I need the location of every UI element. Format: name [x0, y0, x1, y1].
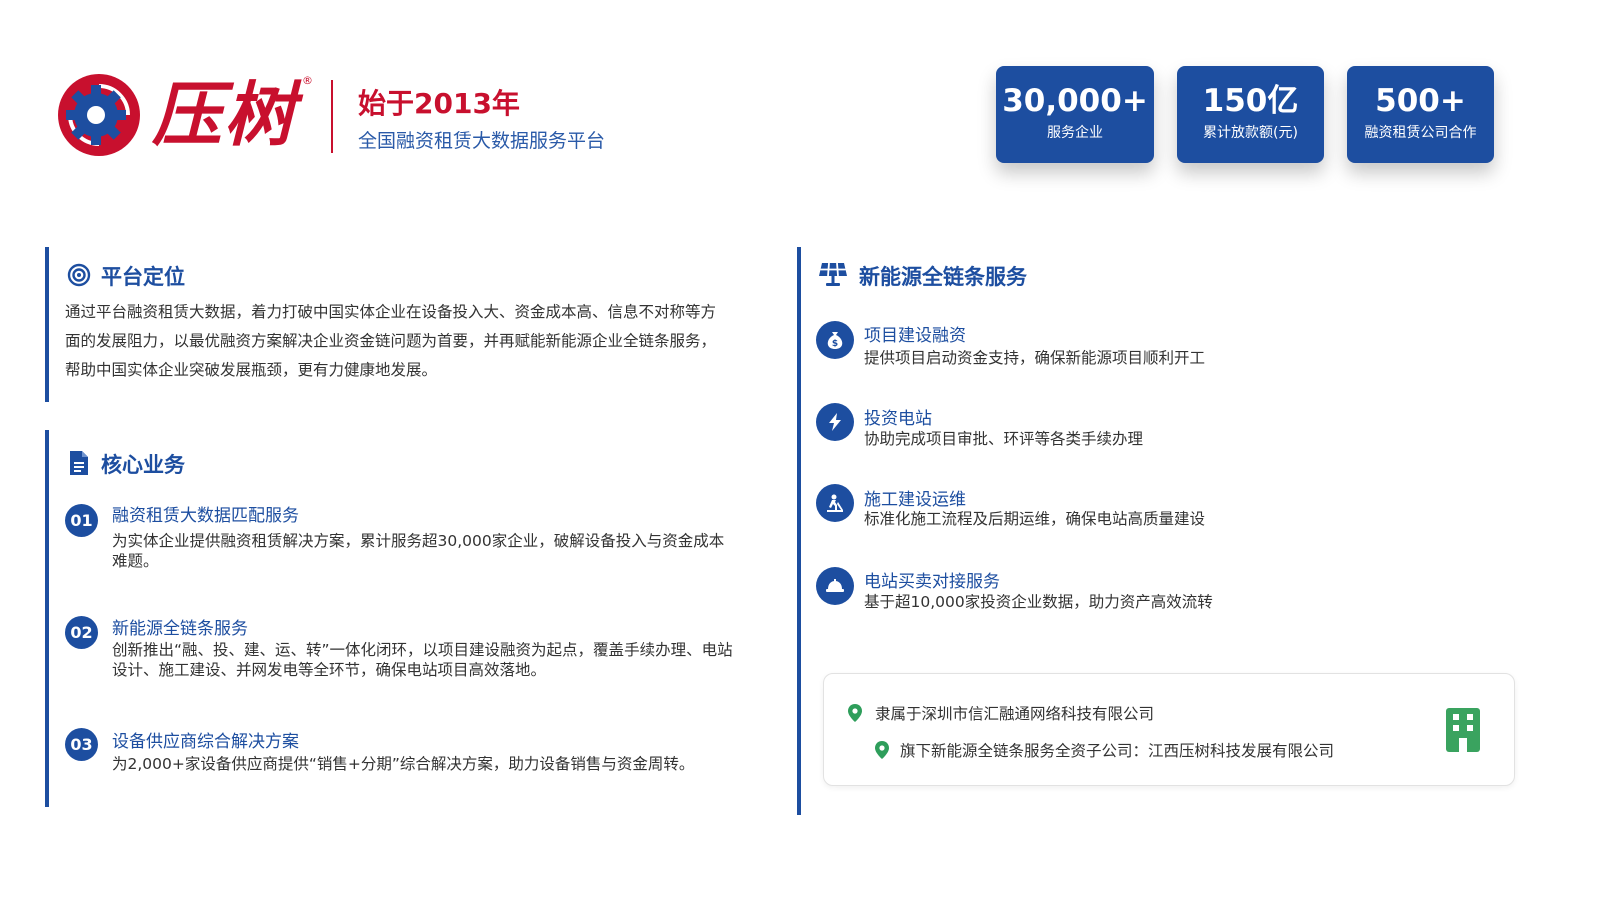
core-business-panel-bar: [45, 430, 49, 807]
construction-icon: [816, 484, 854, 522]
core-item-title: 融资租赁大数据匹配服务: [112, 506, 299, 526]
positioning-line: 通过平台融资租赁大数据，着力打破中国实体企业在设备投入大、资金成本高、信息不对称…: [65, 303, 717, 321]
stat-label: 融资租赁公司合作: [1364, 125, 1477, 141]
header-divider: [331, 80, 333, 153]
core-item-desc: 创新推出“融、投、建、运、转”一体化闭环，以项目建设融资为起点，覆盖手续办理、电…: [112, 640, 782, 680]
item-number-badge: 02: [65, 616, 98, 649]
energy-item-desc: 基于超10,000家投资企业数据，助力资产高效流转: [864, 593, 1213, 611]
positioning-line: 帮助中国实体企业突破发展瓶颈，更有力健康地发展。: [65, 361, 438, 379]
stat-value: 500+: [1375, 83, 1466, 119]
building-icon: [1446, 708, 1480, 756]
energy-item-desc: 提供项目启动资金支持，确保新能源项目顺利开工: [864, 349, 1206, 367]
gear-logo-icon: [56, 72, 142, 158]
hard-hat-icon: [816, 567, 854, 605]
core-item-desc: 为2,000+家设备供应商提供“销售+分期”综合解决方案，助力设备销售与资金周转…: [112, 754, 782, 774]
new-energy-panel-bar: [797, 247, 801, 815]
logo-wordmark: 压树: [152, 73, 296, 156]
positioning-line: 面的发展阻力，以最优融资方案解决企业资金链问题为首要，并再赋能新能源企业全链条服…: [65, 332, 717, 350]
core-item-desc: 为实体企业提供融资租赁解决方案，累计服务超30,000家企业，破解设备投入与资金…: [112, 531, 772, 571]
location-pin-icon: [848, 704, 862, 726]
registered-mark: ®: [302, 74, 313, 87]
energy-item-desc: 标准化施工流程及后期运维，确保电站高质量建设: [864, 510, 1206, 528]
core-item-line: 创新推出“融、投、建、运、转”一体化闭环，以项目建设融资为起点，覆盖手续办理、电…: [112, 641, 733, 659]
stat-value: 150亿: [1202, 83, 1299, 119]
target-icon: [67, 263, 91, 291]
core-item-title: 设备供应商综合解决方案: [112, 732, 299, 752]
stat-value: 30,000+: [1002, 83, 1148, 119]
positioning-panel-bar: [45, 247, 49, 402]
core-item-line: 设计、施工建设、并网发电等全环节，确保电站项目高效落地。: [112, 661, 547, 679]
core-item-line: 难题。: [112, 552, 159, 570]
stat-card-loan-amount: 150亿 累计放款额(元): [1177, 66, 1324, 163]
item-number-badge: 01: [65, 504, 98, 537]
stat-label: 服务企业: [1047, 125, 1103, 141]
positioning-text: 通过平台融资租赁大数据，着力打破中国实体企业在设备投入大、资金成本高、信息不对称…: [65, 298, 775, 385]
money-bag-icon: $: [816, 321, 854, 359]
document-icon: [69, 450, 89, 480]
core-item-line: 为实体企业提供融资租赁解决方案，累计服务超30,000家企业，破解设备投入与资金…: [112, 532, 725, 550]
since-year: 始于2013年: [358, 87, 520, 120]
subsidiary-company-text: 旗下新能源全链条服务全资子公司：江西压树科技发展有限公司: [900, 742, 1335, 760]
lightning-icon: [816, 403, 854, 441]
energy-item-desc: 协助完成项目审批、环评等各类手续办理: [864, 430, 1144, 448]
stat-card-partners: 500+ 融资租赁公司合作: [1347, 66, 1494, 163]
solar-panel-icon: [818, 261, 848, 291]
positioning-title: 平台定位: [101, 265, 185, 289]
energy-item-title: 投资电站: [864, 409, 932, 429]
stat-card-enterprises: 30,000+ 服务企业: [996, 66, 1154, 163]
core-item-title: 新能源全链条服务: [112, 619, 248, 639]
core-item-line: 为2,000+家设备供应商提供“销售+分期”综合解决方案，助力设备销售与资金周转…: [112, 755, 695, 773]
energy-item-title: 项目建设融资: [864, 326, 966, 346]
stat-label: 累计放款额(元): [1203, 125, 1298, 141]
parent-company-text: 隶属于深圳市信汇融通网络科技有限公司: [875, 705, 1155, 723]
platform-tagline: 全国融资租赁大数据服务平台: [358, 130, 606, 152]
location-pin-icon: [875, 741, 889, 763]
svg-text:$: $: [832, 339, 838, 349]
energy-item-title: 施工建设运维: [864, 490, 966, 510]
company-info-box: 隶属于深圳市信汇融通网络科技有限公司 旗下新能源全链条服务全资子公司：江西压树科…: [823, 673, 1515, 786]
new-energy-title: 新能源全链条服务: [859, 265, 1027, 289]
core-business-title: 核心业务: [101, 453, 185, 477]
item-number-badge: 03: [65, 728, 98, 761]
energy-item-title: 电站买卖对接服务: [864, 572, 1000, 592]
